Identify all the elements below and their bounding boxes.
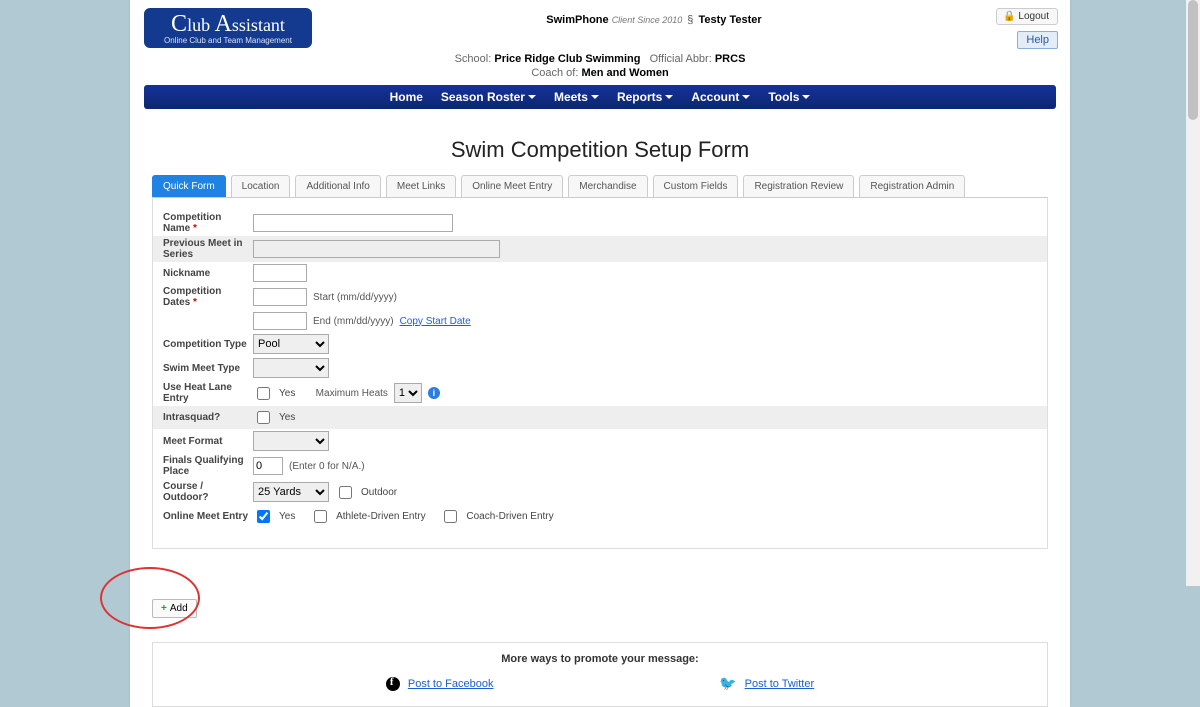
chevron-down-icon xyxy=(528,95,536,99)
tab-location[interactable]: Location xyxy=(231,175,291,197)
client-since: Client Since 2010 xyxy=(612,15,683,25)
post-facebook-link[interactable]: Post to Facebook xyxy=(408,678,494,690)
facebook-item: Post to Facebook xyxy=(386,675,494,692)
row-heat-lane: Use Heat Lane Entry Yes Maximum Heats 1 … xyxy=(153,380,1047,406)
end-date-hint: End (mm/dd/yyyy) xyxy=(313,316,394,327)
chevron-down-icon xyxy=(591,95,599,99)
row-swim-meet-type: Swim Meet Type xyxy=(153,356,1047,380)
max-heats-select[interactable]: 1 xyxy=(394,383,422,403)
row-competition-type: Competition Type Pool xyxy=(153,332,1047,356)
info-icon[interactable]: i xyxy=(428,387,440,399)
nav-account[interactable]: Account xyxy=(691,90,750,104)
row-competition-dates-start: Competition Dates * Start (mm/dd/yyyy) xyxy=(153,284,1047,310)
post-twitter-link[interactable]: Post to Twitter xyxy=(745,678,815,690)
nav-season-roster[interactable]: Season Roster xyxy=(441,90,536,104)
chevron-down-icon xyxy=(802,95,810,99)
nickname-input[interactable] xyxy=(253,264,307,282)
page-container: Club Assistant Online Club and Team Mana… xyxy=(130,0,1070,707)
meet-format-select[interactable] xyxy=(253,431,329,451)
add-button[interactable]: + Add xyxy=(152,599,197,618)
page-title: Swim Competition Setup Form xyxy=(130,137,1070,163)
header: Club Assistant Online Club and Team Mana… xyxy=(130,0,1070,49)
header-right: 🔒Logout Help xyxy=(996,8,1070,49)
form-panel: Competition Name * Previous Meet in Seri… xyxy=(152,197,1048,549)
nav-tools[interactable]: Tools xyxy=(768,90,810,104)
course-select[interactable]: 25 Yards xyxy=(253,482,329,502)
tab-merchandise[interactable]: Merchandise xyxy=(568,175,647,197)
nav-home[interactable]: Home xyxy=(390,90,423,104)
twitter-icon: 🐦 xyxy=(719,675,736,692)
plus-icon: + xyxy=(161,603,167,614)
competition-name-input[interactable] xyxy=(253,214,453,232)
chevron-down-icon xyxy=(742,95,750,99)
lock-icon: 🔒 xyxy=(1003,11,1015,22)
highlight-circle-icon xyxy=(100,567,200,629)
tab-quick-form[interactable]: Quick Form xyxy=(152,175,226,197)
logout-button[interactable]: 🔒Logout xyxy=(996,8,1058,25)
nav-meets[interactable]: Meets xyxy=(554,90,599,104)
tab-custom-fields[interactable]: Custom Fields xyxy=(653,175,739,197)
row-competition-dates-end: End (mm/dd/yyyy) Copy Start Date xyxy=(153,310,1047,332)
tab-registration-admin[interactable]: Registration Admin xyxy=(859,175,965,197)
nav-reports[interactable]: Reports xyxy=(617,90,673,104)
end-date-input[interactable] xyxy=(253,312,307,330)
chevron-down-icon xyxy=(665,95,673,99)
tabs: Quick Form Location Additional Info Meet… xyxy=(152,175,1048,197)
athlete-driven-checkbox[interactable] xyxy=(314,510,327,523)
scrollbar[interactable] xyxy=(1186,0,1200,586)
promote-title: More ways to promote your message: xyxy=(153,653,1047,665)
start-date-input[interactable] xyxy=(253,288,307,306)
previous-meet-input xyxy=(253,240,500,258)
row-online-meet-entry: Online Meet Entry Yes Athlete-Driven Ent… xyxy=(153,505,1047,528)
finals-hint: (Enter 0 for N/A.) xyxy=(289,461,365,472)
help-button[interactable]: Help xyxy=(1017,31,1058,49)
header-center: SwimPhone Client Since 2010 § Testy Test… xyxy=(312,8,996,26)
bottom-area: + Add xyxy=(130,569,1070,632)
row-previous-meet: Previous Meet in Series xyxy=(153,236,1047,262)
logout-label: Logout xyxy=(1018,11,1049,22)
heat-lane-checkbox[interactable] xyxy=(257,387,270,400)
school-line: School: Price Ridge Club Swimming Offici… xyxy=(130,53,1070,65)
promote-bar: More ways to promote your message: Post … xyxy=(152,642,1048,707)
navbar: Home Season Roster Meets Reports Account… xyxy=(144,85,1056,109)
logo[interactable]: Club Assistant Online Club and Team Mana… xyxy=(144,8,312,48)
tab-online-meet-entry[interactable]: Online Meet Entry xyxy=(461,175,563,197)
coach-driven-checkbox[interactable] xyxy=(444,510,457,523)
competition-type-select[interactable]: Pool xyxy=(253,334,329,354)
swimphone-label: SwimPhone xyxy=(546,14,608,26)
row-competition-name: Competition Name * xyxy=(153,210,1047,236)
facebook-icon xyxy=(386,677,400,691)
tab-meet-links[interactable]: Meet Links xyxy=(386,175,456,197)
start-date-hint: Start (mm/dd/yyyy) xyxy=(313,292,397,303)
row-intrasquad: Intrasquad? Yes xyxy=(153,406,1047,429)
swim-meet-type-select[interactable] xyxy=(253,358,329,378)
logo-subtitle: Online Club and Team Management xyxy=(144,36,312,45)
row-finals-qualifying: Finals Qualifying Place (Enter 0 for N/A… xyxy=(153,453,1047,479)
row-course-outdoor: Course / Outdoor? 25 Yards Outdoor xyxy=(153,479,1047,505)
scrollbar-thumb[interactable] xyxy=(1188,0,1198,120)
section-mark: § xyxy=(687,14,693,26)
row-nickname: Nickname xyxy=(153,262,1047,284)
row-meet-format: Meet Format xyxy=(153,429,1047,453)
tab-additional-info[interactable]: Additional Info xyxy=(295,175,380,197)
copy-start-date-link[interactable]: Copy Start Date xyxy=(400,316,471,327)
twitter-item: 🐦 Post to Twitter xyxy=(719,675,814,692)
finals-qualifying-input[interactable] xyxy=(253,457,283,475)
outdoor-checkbox[interactable] xyxy=(339,486,352,499)
ome-yes-checkbox[interactable] xyxy=(257,510,270,523)
coach-line: Coach of: Men and Women xyxy=(130,67,1070,79)
tab-registration-review[interactable]: Registration Review xyxy=(743,175,854,197)
intrasquad-checkbox[interactable] xyxy=(257,411,270,424)
user-name: Testy Tester xyxy=(698,14,761,26)
